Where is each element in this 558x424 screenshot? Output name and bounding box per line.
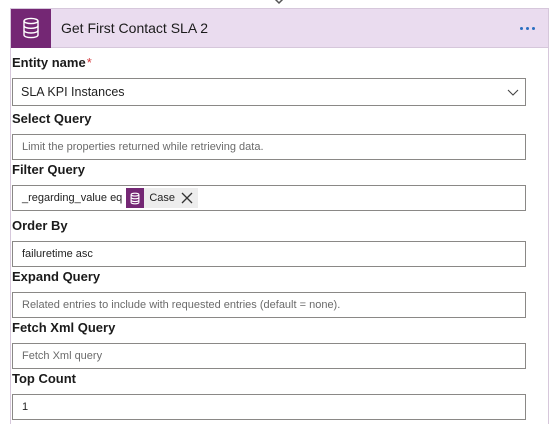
chevron-down-icon	[507, 89, 519, 96]
top-count-value: 1	[22, 401, 29, 413]
order-by-input[interactable]: failuretime asc	[12, 241, 526, 267]
expand-query-placeholder: Related entries to include with requeste…	[22, 299, 341, 311]
card-header[interactable]: Get First Contact SLA 2	[11, 8, 548, 48]
fetch-xml-query-field: Fetch Xml Query Fetch Xml query	[12, 319, 526, 369]
expand-query-input[interactable]: Related entries to include with requeste…	[12, 292, 526, 318]
top-count-label: Top Count	[12, 371, 77, 386]
top-count-field: Top Count 1	[12, 370, 526, 420]
entity-name-field: Entity name* SLA KPI Instances	[12, 54, 526, 106]
expand-query-field: Expand Query Related entries to include …	[12, 268, 526, 318]
flow-arrow-icon	[274, 0, 284, 5]
select-query-input[interactable]: Limit the properties returned while retr…	[12, 134, 526, 160]
filter-query-text: _regarding_value eq	[22, 192, 123, 204]
database-icon	[11, 8, 51, 48]
fetch-xml-query-placeholder: Fetch Xml query	[22, 350, 103, 362]
filter-query-field: Filter Query _regarding_value eq Case	[12, 161, 526, 211]
filter-query-label: Filter Query	[12, 162, 85, 177]
close-icon[interactable]	[180, 191, 194, 205]
select-query-placeholder: Limit the properties returned while retr…	[22, 141, 264, 153]
fetch-xml-query-input[interactable]: Fetch Xml query	[12, 343, 526, 369]
order-by-field: Order By failuretime asc	[12, 217, 526, 267]
order-by-label: Order By	[12, 218, 68, 233]
token-label: Case	[149, 192, 175, 204]
fetch-xml-query-label: Fetch Xml Query	[12, 320, 116, 335]
select-query-label: Select Query	[12, 111, 92, 126]
select-query-field: Select Query Limit the properties return…	[12, 110, 526, 160]
order-by-value: failuretime asc	[22, 248, 93, 260]
entity-name-value: SLA KPI Instances	[21, 85, 125, 99]
filter-query-input[interactable]: _regarding_value eq Case	[12, 185, 526, 211]
more-options-icon[interactable]	[516, 17, 538, 39]
expand-query-label: Expand Query	[12, 269, 101, 284]
card-title: Get First Contact SLA 2	[61, 20, 209, 36]
entity-name-label: Entity name*	[12, 55, 92, 70]
top-count-input[interactable]: 1	[12, 394, 526, 420]
required-mark: *	[86, 55, 92, 70]
entity-name-select[interactable]: SLA KPI Instances	[12, 78, 526, 106]
database-icon	[126, 188, 145, 208]
dynamic-content-token[interactable]: Case	[126, 188, 198, 208]
